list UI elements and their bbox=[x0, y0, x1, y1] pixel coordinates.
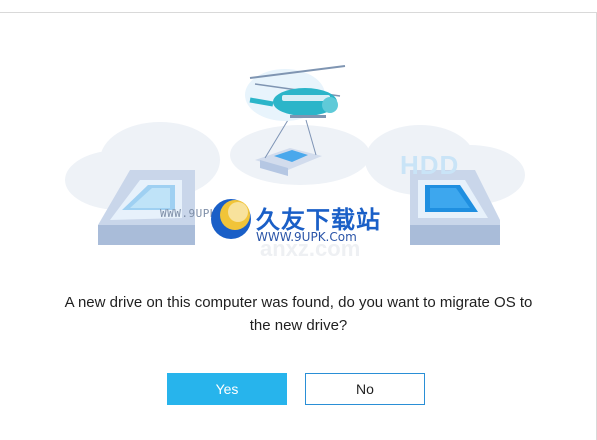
watermark-faded: anxz.com bbox=[260, 236, 361, 261]
yes-button[interactable]: Yes bbox=[167, 373, 287, 405]
no-button-label: No bbox=[356, 381, 374, 397]
yes-button-label: Yes bbox=[215, 381, 239, 397]
no-button[interactable]: No bbox=[305, 373, 425, 405]
migrate-os-dialog: WWW.9UPK.COM 久友下载站 WWW.9UPK.Com anxz.com… bbox=[0, 0, 597, 440]
logo-icon bbox=[211, 199, 251, 239]
hdd-label: HDD bbox=[400, 150, 460, 180]
title-bar bbox=[0, 0, 597, 13]
dialog-message: A new drive on this computer was found, … bbox=[64, 294, 533, 334]
helicopter-icon bbox=[245, 65, 346, 121]
